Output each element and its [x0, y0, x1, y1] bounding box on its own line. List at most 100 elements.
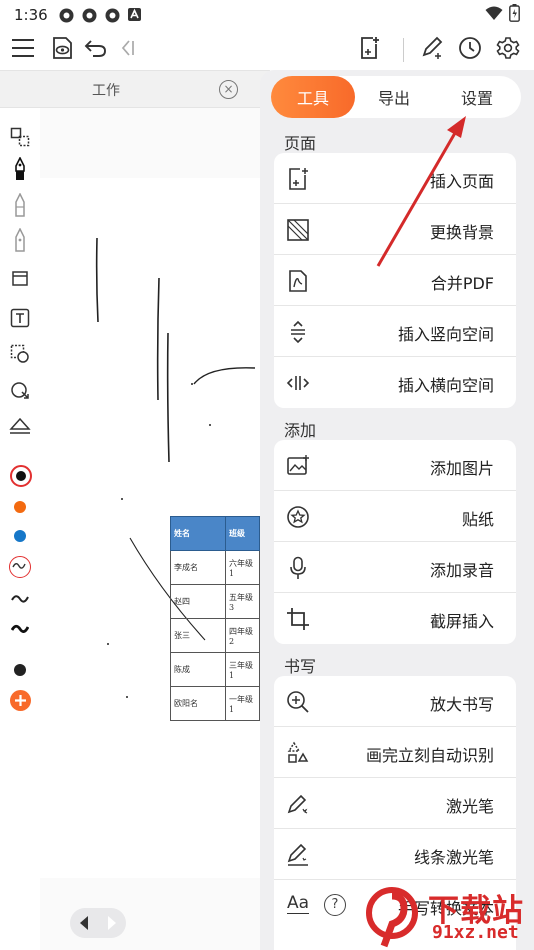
notification-icon-4 — [127, 7, 144, 24]
ruler-icon[interactable] — [8, 414, 32, 438]
pencil-icon[interactable] — [8, 193, 32, 218]
menu-item-label: 放大书写 — [429, 695, 494, 714]
menu-icon[interactable] — [8, 33, 38, 63]
laser-pen-icon — [287, 794, 308, 814]
stroke-thin-selected[interactable] — [9, 556, 31, 578]
menu-item-label: 插入横向空间 — [397, 376, 494, 395]
highlighter-icon[interactable] — [8, 228, 32, 253]
table-cell: 三年级1 — [225, 652, 260, 687]
pen-add-icon[interactable] — [418, 33, 448, 63]
menu-item-label: 线条激光笔 — [413, 848, 494, 867]
menu-item-label: 更换背景 — [429, 223, 494, 242]
menu-item-insert-vertical-space[interactable]: 插入竖向空间 — [274, 306, 516, 357]
page-navigator — [70, 908, 126, 938]
dot-size[interactable] — [14, 664, 26, 676]
color-orange[interactable] — [14, 501, 26, 513]
document-tab-title[interactable]: 工作 — [92, 80, 120, 100]
menu-item-sticker[interactable]: 贴纸 — [274, 491, 516, 542]
menu-item-label: 添加图片 — [429, 459, 494, 478]
section-card-add: 添加图片 贴纸 添加录音 截屏插入 — [274, 440, 516, 644]
pdf-icon — [289, 270, 307, 292]
add-color-button[interactable] — [10, 690, 31, 711]
menu-item-label: 手写转换文本 — [397, 899, 494, 918]
text-convert-icon: Aa — [287, 893, 310, 914]
next-page-icon[interactable] — [106, 915, 118, 931]
menu-item-label: 截屏插入 — [429, 612, 494, 631]
line-laser-pen-icon — [287, 843, 308, 866]
image-icon — [287, 455, 309, 475]
menu-item-insert-horizontal-space[interactable]: 插入横向空间 — [274, 357, 516, 408]
microphone-icon — [290, 556, 306, 579]
menu-item-add-image[interactable]: 添加图片 — [274, 440, 516, 491]
menu-item-label: 插入竖向空间 — [397, 325, 494, 344]
tab-export[interactable]: 导出 — [355, 76, 433, 118]
stroke-thick[interactable] — [8, 617, 32, 641]
table-cell: 赵四 — [170, 584, 226, 619]
menu-item-merge-pdf[interactable]: 合并PDF — [274, 255, 516, 306]
table-row: 李成名 六年级1 — [170, 550, 260, 585]
menu-item-auto-recognize[interactable]: 画完立刻自动识别 — [274, 727, 516, 778]
section-title-page: 页面 — [284, 134, 317, 153]
sticker-icon — [287, 506, 309, 528]
color-blue[interactable] — [14, 530, 26, 542]
tab-settings[interactable]: 设置 — [433, 76, 521, 118]
menu-item-screenshot-insert[interactable]: 截屏插入 — [274, 593, 516, 644]
undo-icon[interactable] — [81, 33, 111, 63]
previous-page-icon[interactable] — [78, 915, 90, 931]
add-page-icon[interactable] — [355, 33, 385, 63]
table-row: 欧阳名 一年级1 — [170, 686, 260, 721]
menu-item-label: 画完立刻自动识别 — [365, 746, 494, 765]
help-icon[interactable]: ? — [324, 894, 346, 916]
table-cell: 五年级3 — [225, 584, 260, 619]
notification-icon-2 — [81, 7, 98, 24]
text-box-icon[interactable] — [8, 306, 32, 330]
menu-item-label: 添加录音 — [429, 561, 494, 580]
insert-page-icon — [289, 168, 308, 190]
table-cell: 一年级1 — [225, 686, 260, 721]
notification-icon-3 — [104, 7, 121, 24]
menu-item-handwriting-to-text[interactable]: Aa ? 手写转换文本 — [274, 880, 516, 931]
shape-recognize-tool-icon[interactable] — [8, 379, 32, 403]
stroke-medium[interactable] — [8, 587, 32, 611]
table-row: 赵四 五年级3 — [170, 584, 260, 619]
menu-item-change-background[interactable]: 更换背景 — [274, 204, 516, 255]
background-icon — [287, 219, 309, 241]
image-select-icon[interactable] — [8, 342, 32, 366]
toolbar-divider — [403, 38, 404, 62]
section-title-writing: 书写 — [284, 657, 317, 676]
preview-icon[interactable] — [47, 33, 77, 63]
table-header-name: 姓名 — [170, 516, 226, 551]
fountain-pen-icon[interactable] — [8, 157, 32, 182]
section-title-add: 添加 — [284, 421, 317, 440]
table-cell: 陈成 — [170, 652, 226, 687]
zoom-write-icon — [287, 691, 309, 713]
tab-tools[interactable]: 工具 — [271, 76, 355, 118]
menu-item-label: 贴纸 — [461, 510, 494, 529]
color-black-selected[interactable] — [10, 465, 32, 487]
settings-gear-icon[interactable] — [493, 33, 523, 63]
left-tool-column — [0, 110, 40, 950]
table-row: 陈成 三年级1 — [170, 652, 260, 687]
section-card-writing: 放大书写 画完立刻自动识别 激光笔 线条激光笔 Aa ? 手写转换文本 — [274, 676, 516, 950]
menu-item-laser-pen[interactable]: 激光笔 — [274, 778, 516, 829]
menu-item-insert-page[interactable]: 插入页面 — [274, 153, 516, 204]
notification-icons — [58, 7, 144, 24]
menu-item-line-laser-pen[interactable]: 线条激光笔 — [274, 829, 516, 880]
lasso-select-icon[interactable] — [8, 125, 32, 149]
table-cell: 李成名 — [170, 550, 226, 585]
tab-close-button[interactable]: × — [219, 80, 238, 99]
menu-item-zoom-writing[interactable]: 放大书写 — [274, 676, 516, 727]
top-toolbar — [0, 30, 534, 68]
menu-item-label: 插入页面 — [429, 172, 494, 191]
crop-icon — [287, 608, 309, 630]
history-icon[interactable] — [455, 33, 485, 63]
table-cell: 四年级2 — [225, 618, 260, 653]
wifi-icon — [485, 6, 503, 25]
menu-item-add-recording[interactable]: 添加录音 — [274, 542, 516, 593]
eraser-icon[interactable] — [8, 266, 32, 290]
document-table: 姓名 班级 李成名 六年级1 赵四 五年级3 张三 四年级2 陈成 三年级1 欧阳名 一年… — [170, 516, 260, 721]
table-cell: 六年级1 — [225, 550, 260, 585]
menu-item-label: 激光笔 — [445, 797, 494, 816]
table-row: 张三 四年级2 — [170, 618, 260, 653]
redo-disabled-icon[interactable] — [113, 33, 143, 63]
